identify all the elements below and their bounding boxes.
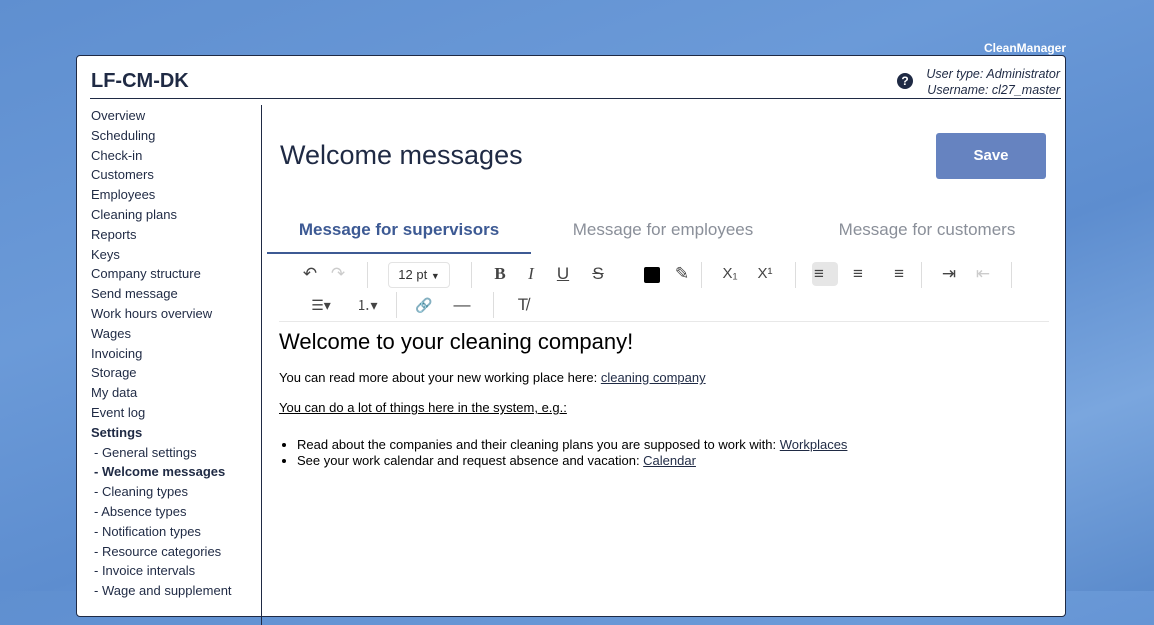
editor-heading: Welcome to your cleaning company! — [279, 329, 634, 354]
sidebar-item-check-in[interactable]: Check-in — [91, 146, 261, 166]
redo-icon[interactable]: ↷ — [327, 262, 349, 286]
align-right-icon[interactable]: ≡ — [880, 262, 904, 286]
sidebar-item-company-structure[interactable]: Company structure — [91, 264, 261, 284]
align-center-icon[interactable]: ≡ — [846, 262, 870, 286]
editor-bullet-list: Read about the companies and their clean… — [279, 437, 847, 468]
italic-icon[interactable]: I — [520, 262, 542, 286]
sidebar-item-settings[interactable]: Settings — [91, 423, 261, 443]
highlight-icon[interactable]: ✎ — [671, 262, 693, 286]
tab-supervisors[interactable]: Message for supervisors — [267, 216, 531, 254]
text-color-icon[interactable] — [644, 267, 660, 283]
toolbar-separator — [396, 292, 397, 318]
sidebar-item-wages[interactable]: Wages — [91, 324, 261, 344]
sidebar-subitem-wage-and-supplement[interactable]: - Wage and supplement — [91, 581, 261, 601]
header-divider — [90, 98, 1061, 99]
align-left-icon[interactable]: ≡ — [812, 262, 838, 286]
strikethrough-icon[interactable]: S — [587, 262, 609, 286]
page-title: Welcome messages — [280, 140, 523, 170]
outdent-icon[interactable]: ⇤ — [971, 262, 995, 286]
link-icon[interactable]: 🔗 — [412, 293, 436, 317]
toolbar-separator — [795, 262, 796, 288]
toolbar-separator — [367, 262, 368, 288]
editor-toolbar: ↶ ↷ 12 pt ▼ B I U S ✎ X₁ X¹ ≡ ≡ ≡ ⇥ ⇤ ☰▾… — [295, 260, 1050, 320]
sidebar-item-scheduling[interactable]: Scheduling — [91, 126, 261, 146]
underline-icon[interactable]: U — [552, 262, 574, 286]
brand-label: CleanManager — [983, 41, 1066, 55]
toolbar-separator — [921, 262, 922, 288]
sidebar-subitem-welcome-messages[interactable]: - Welcome messages — [91, 462, 261, 482]
app-title: LF-CM-DK — [91, 70, 189, 92]
calendar-link[interactable]: Calendar — [643, 453, 696, 468]
clear-format-icon[interactable]: T̸ — [511, 293, 535, 317]
username: Username: cl27_master — [927, 83, 1060, 97]
sidebar-divider — [261, 105, 262, 625]
save-button[interactable]: Save — [936, 133, 1046, 179]
chevron-down-icon: ▼ — [430, 271, 440, 281]
toolbar-separator — [493, 292, 494, 318]
sidebar-item-employees[interactable]: Employees — [91, 185, 261, 205]
undo-icon[interactable]: ↶ — [299, 262, 321, 286]
sidebar-item-storage[interactable]: Storage — [91, 363, 261, 383]
list-item-text: See your work calendar and request absen… — [297, 452, 644, 468]
message-tabs: Message for supervisors Message for empl… — [267, 216, 1057, 254]
sidebar-subitem-cleaning-types[interactable]: - Cleaning types — [91, 482, 261, 502]
sidebar-item-event-log[interactable]: Event log — [91, 403, 261, 423]
editor-paragraph: You can read more about your new working… — [279, 370, 706, 385]
toolbar-separator — [701, 262, 702, 288]
sidebar-item-customers[interactable]: Customers — [91, 165, 261, 185]
sidebar-subitem-absence-types[interactable]: - Absence types — [91, 502, 261, 522]
sidebar-item-cleaning-plans[interactable]: Cleaning plans — [91, 205, 261, 225]
tab-customers[interactable]: Message for customers — [795, 216, 1059, 252]
toolbar-separator — [471, 262, 472, 288]
cleaning-company-link[interactable]: cleaning company — [601, 370, 706, 385]
bullet-list-icon[interactable]: ☰▾ — [303, 293, 339, 317]
sidebar-item-keys[interactable]: Keys — [91, 245, 261, 265]
list-item: Read about the companies and their clean… — [297, 437, 847, 453]
bold-icon[interactable]: B — [489, 262, 511, 286]
sidebar-nav: Overview Scheduling Check-in Customers E… — [91, 106, 261, 601]
sidebar-subitem-general-settings[interactable]: - General settings — [91, 443, 261, 463]
horizontal-rule-icon[interactable]: — — [450, 293, 474, 317]
sidebar-item-work-hours-overview[interactable]: Work hours overview — [91, 304, 261, 324]
numbered-list-icon[interactable]: ⒈▾ — [349, 293, 385, 317]
toolbar-bottom-border — [279, 321, 1049, 322]
sidebar-subitem-resource-categories[interactable]: - Resource categories — [91, 542, 261, 562]
sidebar-item-send-message[interactable]: Send message — [91, 284, 261, 304]
subscript-icon[interactable]: X₁ — [717, 262, 743, 286]
sidebar-item-reports[interactable]: Reports — [91, 225, 261, 245]
help-icon[interactable]: ? — [897, 73, 913, 89]
editor-paragraph-underlined: You can do a lot of things here in the s… — [279, 400, 567, 415]
sidebar-subitem-notification-types[interactable]: - Notification types — [91, 522, 261, 542]
font-size-value: 12 pt — [398, 267, 428, 282]
user-type: User type: Administrator — [926, 67, 1060, 81]
sidebar-item-overview[interactable]: Overview — [91, 106, 261, 126]
list-item: See your work calendar and request absen… — [297, 453, 847, 469]
app-window: LF-CM-DK ? User type: Administrator User… — [76, 55, 1066, 625]
indent-icon[interactable]: ⇥ — [937, 262, 961, 286]
sidebar-item-invoicing[interactable]: Invoicing — [91, 344, 261, 364]
toolbar-separator — [1011, 262, 1012, 288]
superscript-icon[interactable]: X¹ — [752, 262, 778, 286]
sidebar-subitem-invoice-intervals[interactable]: - Invoice intervals — [91, 561, 261, 581]
sidebar-item-my-data[interactable]: My data — [91, 383, 261, 403]
workplaces-link[interactable]: Workplaces — [780, 437, 848, 452]
font-size-select[interactable]: 12 pt ▼ — [388, 262, 450, 288]
tab-employees[interactable]: Message for employees — [531, 216, 795, 252]
list-item-text: Read about the companies and their clean… — [297, 437, 780, 452]
paragraph-text: You can read more about your new working… — [279, 370, 601, 385]
user-info: User type: Administrator Username: cl27_… — [926, 66, 1060, 98]
